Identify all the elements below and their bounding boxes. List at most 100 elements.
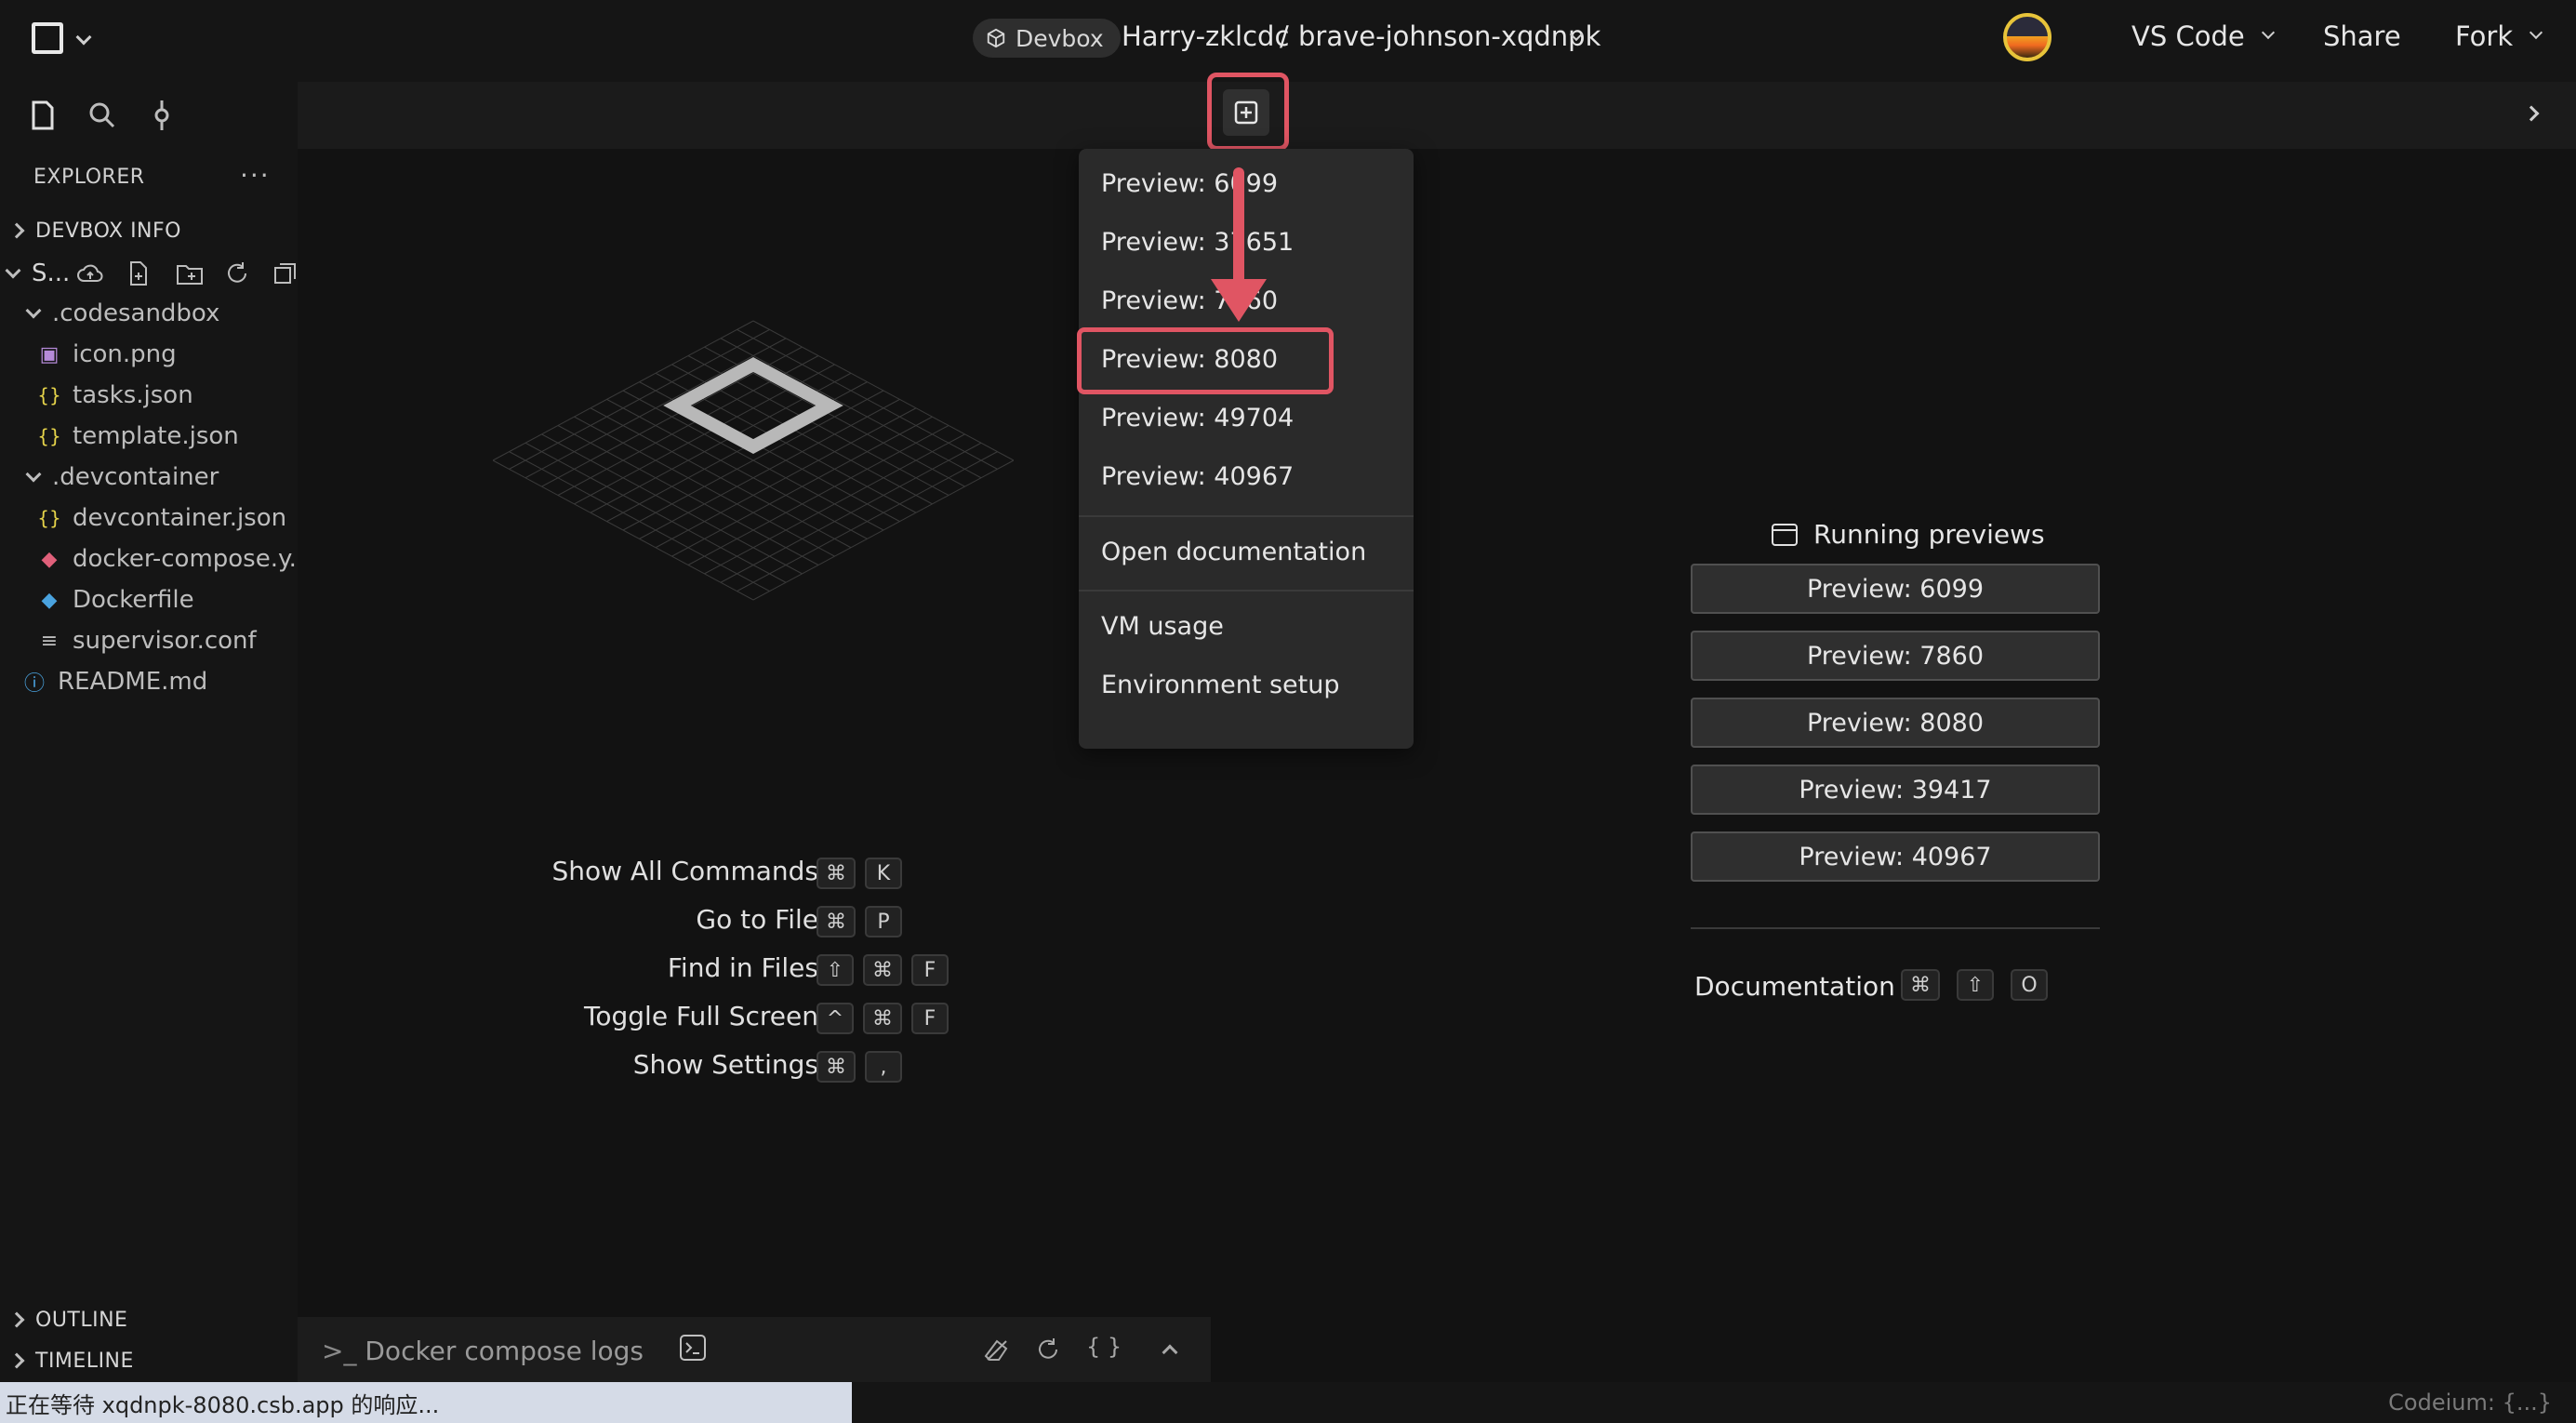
key-cap: , xyxy=(865,1051,902,1083)
menu-item-preview[interactable]: Preview: 6099 xyxy=(1101,169,1278,198)
shortcut-text: Toggle Full Screen xyxy=(584,1001,818,1031)
menu-item-open-documentation[interactable]: Open documentation xyxy=(1101,538,1366,566)
tree-label: devcontainer.json xyxy=(73,504,287,532)
tree-label: Dockerfile xyxy=(73,586,194,614)
menu-item-vm-usage[interactable]: VM usage xyxy=(1101,612,1224,641)
breadcrumb-project[interactable]: brave-johnson-xqdnpk xyxy=(1298,20,1600,52)
tree-label: docker-compose.y... xyxy=(73,545,312,573)
key-cap: P xyxy=(865,906,902,938)
shortcut-text: Show All Commands xyxy=(551,856,818,886)
devbox-label: Devbox xyxy=(1016,24,1104,52)
tree-file-dockerfile[interactable]: ◆ Dockerfile xyxy=(35,579,194,620)
collapse-all-icon[interactable] xyxy=(272,259,299,287)
clear-terminal-icon[interactable] xyxy=(982,1336,1010,1363)
running-preview-button[interactable]: Preview: 39417 xyxy=(1691,765,2100,815)
explorer-title: EXPLORER xyxy=(33,166,145,189)
key-cap: ⌘ xyxy=(817,1051,856,1083)
key-cap: ⌘ xyxy=(863,954,902,986)
explorer-more-icon[interactable]: ··· xyxy=(240,160,271,191)
key-cap: K xyxy=(865,858,902,889)
search-icon[interactable] xyxy=(84,97,121,134)
shortcut-text: Go to File xyxy=(696,904,818,935)
shortcut-text: Find in Files xyxy=(667,952,818,983)
running-preview-button[interactable]: Preview: 40967 xyxy=(1691,831,2100,882)
tree-label: supervisor.conf xyxy=(73,627,257,655)
json-icon: {} xyxy=(37,507,61,529)
git-commit-icon[interactable] xyxy=(143,97,180,134)
braces-icon[interactable]: { } xyxy=(1086,1334,1122,1360)
key-cap: ⌘ xyxy=(1901,969,1940,1001)
menu-divider xyxy=(1079,515,1414,517)
section-devbox-info[interactable]: DEVBOX INFO xyxy=(8,210,181,251)
terminal-title[interactable]: >_ Docker compose logs xyxy=(322,1336,644,1366)
new-file-icon[interactable] xyxy=(125,259,153,287)
tree-file-docker-compose[interactable]: ◆ docker-compose.y... xyxy=(35,539,312,579)
workspace-root[interactable]: S... xyxy=(5,253,71,294)
menu-item-preview[interactable]: Preview: 40967 xyxy=(1101,462,1294,491)
editor-select-button[interactable]: VS Code xyxy=(2131,20,2275,52)
avatar[interactable] xyxy=(2003,13,2052,61)
new-folder-icon[interactable] xyxy=(175,259,205,287)
tree-file-icon-png[interactable]: ▣ icon.png xyxy=(35,334,177,375)
root-label: S... xyxy=(32,259,71,287)
shortcut-label: Toggle Full Screen xyxy=(521,1001,818,1038)
text-file-icon: ≡ xyxy=(40,629,59,653)
menu-item-preview[interactable]: Preview: 37651 xyxy=(1101,228,1294,257)
tree-label: README.md xyxy=(58,668,208,696)
terminal-icon[interactable] xyxy=(679,1334,707,1362)
cloud-upload-icon[interactable] xyxy=(76,260,104,288)
tree-label: .codesandbox xyxy=(52,299,220,327)
terminal-title-text: Docker compose logs xyxy=(365,1336,644,1366)
divider xyxy=(1691,927,2100,929)
editor-tab-bar xyxy=(298,82,2576,149)
chevron-down-icon xyxy=(25,466,42,483)
running-preview-button[interactable]: Preview: 6099 xyxy=(1691,564,2100,614)
codeium-status[interactable]: Codeium: {...} xyxy=(2388,1390,2552,1416)
tree-file-tasks-json[interactable]: {} tasks.json xyxy=(35,375,193,416)
key-cap: ⌘ xyxy=(817,858,856,889)
refresh-icon[interactable] xyxy=(223,259,251,287)
running-previews-title: Running previews xyxy=(1813,519,2045,550)
files-icon[interactable] xyxy=(24,97,61,134)
section-label: DEVBOX INFO xyxy=(35,219,181,243)
menu-divider xyxy=(1079,590,1414,592)
annotation-arrow xyxy=(1233,167,1244,288)
tree-file-template-json[interactable]: {} template.json xyxy=(35,416,239,457)
shortcut-label: Show All Commands xyxy=(521,856,818,893)
key-cap: F xyxy=(911,1003,949,1034)
menu-item-environment-setup[interactable]: Environment setup xyxy=(1101,671,1340,699)
browser-window-icon xyxy=(1772,523,1798,546)
tree-file-devcontainer-json[interactable]: {} devcontainer.json xyxy=(35,498,286,539)
section-outline[interactable]: OUTLINE xyxy=(8,1301,127,1338)
isometric-grid-illustration xyxy=(493,320,1014,601)
share-label: Share xyxy=(2323,20,2401,52)
running-preview-button[interactable]: Preview: 7860 xyxy=(1691,631,2100,681)
share-button[interactable]: Share xyxy=(2323,20,2401,52)
shortcut-keys: ⌘ K xyxy=(817,858,911,889)
breadcrumb-separator: / xyxy=(1280,20,1289,52)
shortcut-label: Find in Files xyxy=(521,952,818,990)
shortcut-keys: ⌘ P xyxy=(817,906,911,938)
key-cap: ⌘ xyxy=(863,1003,902,1034)
tree-folder-devcontainer[interactable]: .devcontainer xyxy=(25,457,219,498)
shortcut-keys: ^ ⌘ F xyxy=(817,1003,958,1034)
running-preview-button[interactable]: Preview: 8080 xyxy=(1691,698,2100,748)
app-logo-icon[interactable] xyxy=(32,22,63,54)
breadcrumb-owner[interactable]: Harry-zklcdc xyxy=(1122,20,1289,52)
restart-icon[interactable] xyxy=(1034,1336,1062,1363)
fork-button[interactable]: Fork xyxy=(2455,20,2543,52)
fork-label: Fork xyxy=(2455,20,2514,52)
key-cap: ⇧ xyxy=(1957,969,1994,1001)
documentation-label[interactable]: Documentation xyxy=(1694,971,1895,1002)
documentation-shortcut-keys: ⌘ ⇧ O xyxy=(1901,969,2057,1001)
tree-label: tasks.json xyxy=(73,381,193,409)
tree-folder-codesandbox[interactable]: .codesandbox xyxy=(25,293,220,334)
editor-label: VS Code xyxy=(2131,20,2245,52)
tree-file-readme[interactable]: ⓘ README.md xyxy=(20,661,207,702)
section-timeline[interactable]: TIMELINE xyxy=(8,1342,134,1379)
tree-file-supervisor-conf[interactable]: ≡ supervisor.conf xyxy=(35,620,257,661)
tree-label: .devcontainer xyxy=(52,463,219,491)
chevron-right-icon xyxy=(8,1311,25,1328)
menu-item-preview[interactable]: Preview: 49704 xyxy=(1101,404,1294,432)
section-label: TIMELINE xyxy=(35,1349,134,1373)
